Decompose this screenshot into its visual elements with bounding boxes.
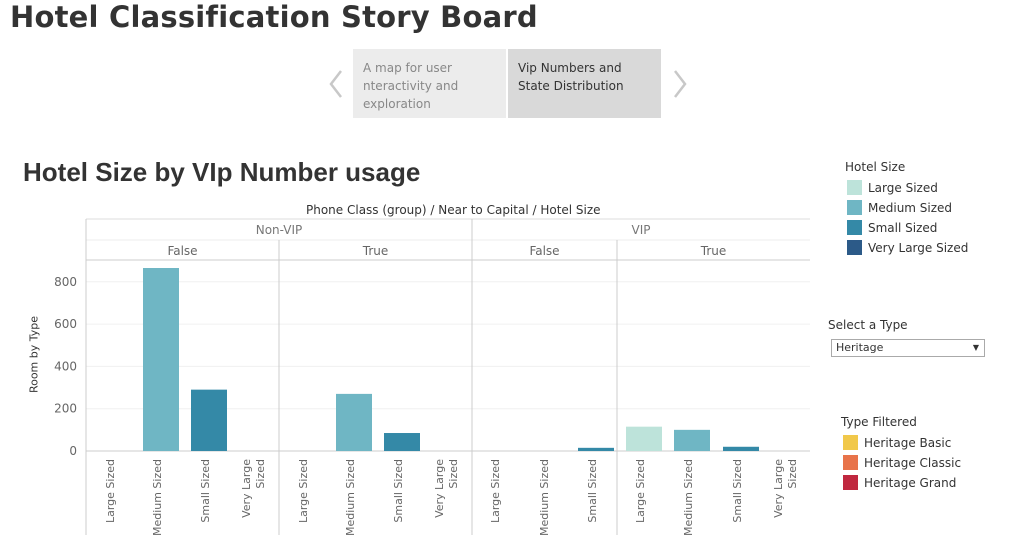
legend-swatch <box>847 220 862 235</box>
type-select[interactable]: Heritage ▼ <box>831 339 985 357</box>
size-legend-item[interactable]: Very Large Sized <box>847 240 968 256</box>
x-tick-label: Medium Sized <box>682 459 695 536</box>
legend-label: Small Sized <box>868 221 938 235</box>
size-legend-item[interactable]: Small Sized <box>847 220 937 236</box>
bar <box>723 446 759 451</box>
x-tick-label: Small Sized <box>586 459 599 523</box>
type-legend-item[interactable]: Heritage Grand <box>843 475 956 491</box>
legend-type-title: Type Filtered <box>841 415 917 429</box>
bar <box>674 429 710 451</box>
x-tick-label: Large Sized <box>104 459 117 523</box>
legend-label: Heritage Basic <box>864 436 952 450</box>
near-capital-header: True <box>362 244 389 258</box>
near-capital-header: False <box>167 244 197 258</box>
bar <box>143 268 179 451</box>
x-tick-label: Medium Sized <box>151 459 164 536</box>
y-tick-label: 400 <box>54 359 77 373</box>
y-tick-label: 200 <box>54 402 77 416</box>
x-tick-label: Very Large <box>240 459 253 518</box>
bar <box>626 426 662 451</box>
size-legend-item[interactable]: Medium Sized <box>847 200 952 216</box>
x-tick-label: Very Large <box>433 459 446 518</box>
x-tick-label: Large Sized <box>297 459 310 523</box>
legend-swatch <box>847 240 862 255</box>
type-select-value: Heritage <box>836 341 884 354</box>
x-tick-label: Medium Sized <box>538 459 551 536</box>
x-tick-label: Large Sized <box>489 459 502 523</box>
legend-swatch <box>843 475 858 490</box>
legend-size-title: Hotel Size <box>845 160 906 174</box>
x-tick-label: Very Large <box>772 459 785 518</box>
phone-class-header: Non-VIP <box>256 223 303 237</box>
x-tick-label: Large Sized <box>634 459 647 523</box>
legend-swatch <box>843 435 858 450</box>
x-tick-label: Sized <box>786 459 799 489</box>
bar <box>191 389 227 451</box>
bar <box>384 433 420 451</box>
x-tick-label: Sized <box>447 459 460 489</box>
legend-label: Medium Sized <box>868 201 953 215</box>
near-capital-header: True <box>700 244 727 258</box>
type-legend-item[interactable]: Heritage Basic <box>843 435 951 451</box>
x-tick-label: Small Sized <box>199 459 212 523</box>
size-legend-item[interactable]: Large Sized <box>847 180 938 196</box>
x-tick-label: Small Sized <box>392 459 405 523</box>
x-tick-label: Sized <box>254 459 267 489</box>
legend-label: Large Sized <box>868 181 938 195</box>
legend-label: Heritage Classic <box>864 456 962 470</box>
chevron-down-icon[interactable]: ▼ <box>968 340 984 356</box>
type-legend-item[interactable]: Heritage Classic <box>843 455 961 471</box>
legend-swatch <box>847 180 862 195</box>
y-tick-label: 600 <box>54 317 77 331</box>
bar <box>336 393 372 451</box>
bar <box>578 447 614 451</box>
legend-label: Heritage Grand <box>864 476 957 490</box>
legend-swatch <box>847 200 862 215</box>
filter-title: Select a Type <box>828 318 908 332</box>
y-tick-label: 800 <box>54 275 77 289</box>
phone-class-header: VIP <box>632 223 651 237</box>
x-tick-label: Small Sized <box>731 459 744 523</box>
y-tick-label: 0 <box>69 444 77 458</box>
near-capital-header: False <box>529 244 559 258</box>
legend-label: Very Large Sized <box>868 241 969 255</box>
x-tick-label: Medium Sized <box>344 459 357 536</box>
legend-swatch <box>843 455 858 470</box>
